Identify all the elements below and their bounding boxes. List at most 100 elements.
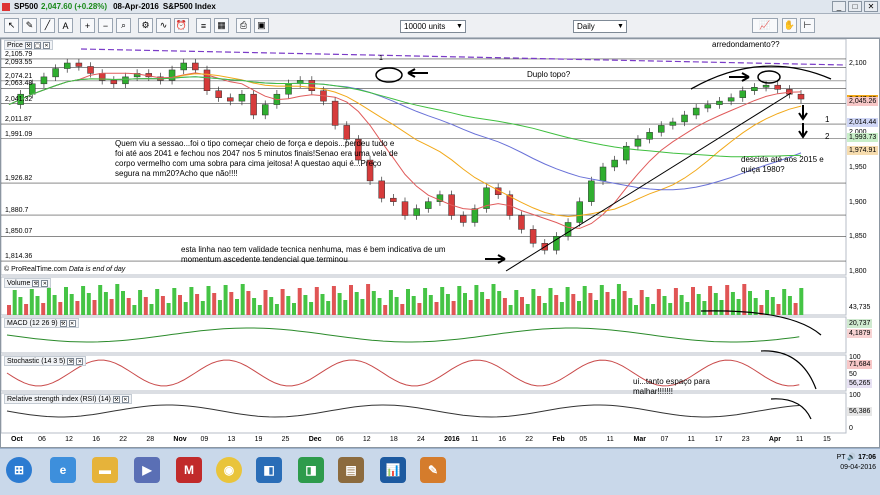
volume-bar [7,305,11,315]
hand-icon[interactable]: ✋ [782,18,797,33]
volume-bar [331,286,336,315]
file-manager-icon[interactable]: ▤ [338,457,364,483]
volume-bar [366,284,371,315]
date-axis-label: 05 [579,436,588,443]
prorealtime-icon[interactable]: 📊 [380,457,406,483]
settings-icon[interactable]: ⚙ [138,18,153,33]
units-input[interactable]: 10000 units ▼ [400,20,466,33]
price-panel-header[interactable]: Price ⚒ ▢ ✕ [4,40,53,50]
candle-body [471,208,479,223]
volume-bar [406,289,410,315]
wrench-icon[interactable]: ⚒ [112,395,120,403]
wrench-icon[interactable]: ⚒ [67,357,75,365]
candle-body [681,114,688,123]
internet-explorer-icon[interactable]: e [50,457,76,483]
chrome-icon[interactable]: ◉ [216,457,242,483]
date-axis-label: Apr [768,436,781,443]
close-icon[interactable]: ✕ [864,1,878,12]
print-icon[interactable]: ⎙ [236,18,251,33]
candle-body [308,80,316,91]
volume-panel-header[interactable]: Volume ⚒ ✕ [4,278,52,288]
volume-bar [480,292,485,315]
session-comment: Quem viu a sessao...foi o tipo começar c… [115,139,398,178]
line-tool-icon[interactable]: ╱ [40,18,55,33]
volume-bar [793,303,798,315]
close-icon[interactable]: ✕ [76,357,84,365]
close-icon[interactable]: ✕ [68,319,76,327]
wrench-icon[interactable]: ⚒ [32,279,40,287]
wrench-icon[interactable]: ⚒ [24,41,32,49]
language-indicator[interactable]: PT [837,454,846,461]
folder-icon[interactable]: ▬ [92,457,118,483]
date-axis-label: 13 [227,436,236,443]
period-select[interactable]: Daily ▼ [573,20,627,33]
ruler-icon[interactable]: ⊢ [800,18,815,33]
volume-bar [12,290,17,315]
copy-icon[interactable]: ▢ [33,41,41,49]
volume-bar [445,294,450,315]
date-axis-label: 09 [200,436,209,443]
volume-bar [594,300,599,315]
candle-body [261,104,269,116]
clock-date[interactable]: 09-04-2016 [837,463,876,473]
media-player-icon[interactable]: ▶ [134,457,160,483]
macd-panel-header[interactable]: MACD (12 26 9) ⚒ ✕ [4,318,79,328]
app-blue-icon[interactable]: ◧ [256,457,282,483]
volume-bar [605,292,610,315]
zoom-out-icon[interactable]: − [98,18,113,33]
rsi-panel-header[interactable]: Relative strength index (RSI) (14) ⚒ ✕ [4,394,132,404]
volume-bar [616,284,621,315]
chart-date: 08-Apr-2016 [113,2,159,11]
stochastic-panel-header[interactable]: Stochastic (14 3 5) ⚒ ✕ [4,356,87,366]
save-icon[interactable]: ▣ [254,18,269,33]
wrench-icon[interactable]: ⚒ [59,319,67,327]
date-axis-label: 11 [471,436,479,443]
volume-bar [411,296,416,315]
cursor-icon[interactable]: ↖ [4,18,19,33]
close-icon[interactable]: ✕ [42,41,50,49]
volume-panel-label: Volume [7,279,31,287]
magnifier-icon[interactable]: ⌕ [116,18,131,33]
pencil-icon[interactable]: ✎ [22,18,37,33]
chevron-down-icon: ▼ [617,23,624,30]
volume-bar [24,304,29,315]
candle-body [378,180,385,199]
chart-canvas[interactable] [1,39,879,447]
candle-body [762,84,770,88]
volume-bar [645,297,650,315]
text-tool-icon[interactable]: A [58,18,73,33]
date-axis-label: 07 [660,436,669,443]
system-tray[interactable]: PT 🔊 17:06 09-04-2016 [837,453,876,473]
volume-bar [423,288,428,315]
speaker-icon[interactable]: 🔊 [847,454,856,461]
mcafee-icon[interactable]: M [176,457,202,483]
right-value-tag: 1,974.91 [847,145,879,155]
indicator-icon[interactable]: ∿ [156,18,171,33]
candle-body [634,139,642,147]
date-axis-label: 11 [606,436,614,443]
grid-icon[interactable]: ▦ [214,18,229,33]
volume-bar [52,295,57,315]
start-button-icon[interactable]: ⊞ [6,457,32,483]
candle-body [227,97,234,102]
paint-icon[interactable]: ✎ [420,457,446,483]
clock-time[interactable]: 17:06 [858,454,876,461]
list-icon[interactable]: ≡ [196,18,211,33]
maximize-icon[interactable]: □ [848,1,862,12]
minimize-icon[interactable]: _ [832,1,846,12]
chart-type-icon[interactable]: 📈 [752,18,778,33]
volume-bar [377,298,382,315]
volume-bar [149,304,154,315]
candle-body [52,68,59,78]
date-axis-label: 25 [281,436,290,443]
zoom-in-icon[interactable]: + [80,18,95,33]
alarm-icon[interactable]: ⏰ [174,18,189,33]
volume-bar [394,297,399,315]
chart-area[interactable]: Price ⚒ ▢ ✕ Volume ⚒ ✕ MACD (12 26 9) ⚒ … [0,38,880,448]
app-green-icon[interactable]: ◨ [298,457,324,483]
close-icon[interactable]: ✕ [41,279,49,287]
close-icon[interactable]: ✕ [121,395,129,403]
rsi-axis-bottom: 0 [849,425,853,432]
volume-bar [223,285,228,315]
candle-body [599,166,607,182]
